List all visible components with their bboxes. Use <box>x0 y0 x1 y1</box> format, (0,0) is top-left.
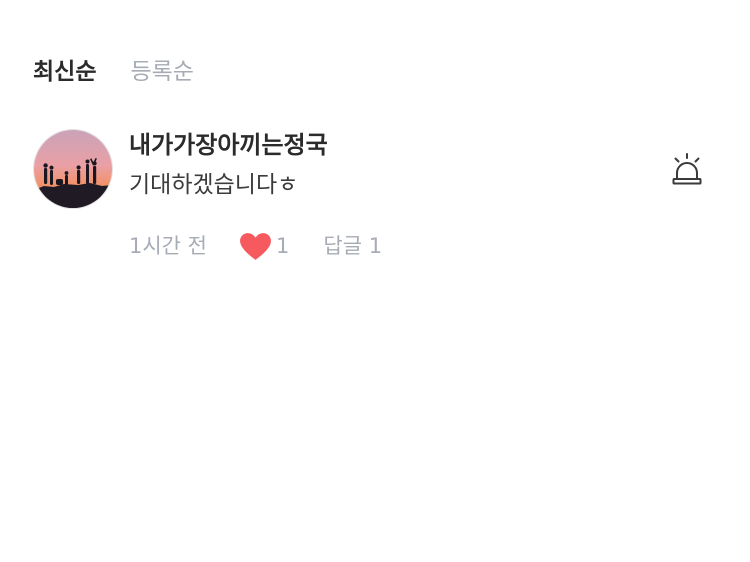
reply-button[interactable]: 답글 1 <box>323 230 382 262</box>
sort-latest-tab[interactable]: 최신순 <box>33 56 96 88</box>
comment-text: 기대하겠습니다ㅎ <box>129 172 299 198</box>
comment-author[interactable]: 내가가장아끼는정국 <box>129 129 328 161</box>
siren-icon <box>672 153 702 185</box>
like-button[interactable]: 1 <box>239 230 289 262</box>
sort-tabs: 최신순 등록순 <box>33 56 194 88</box>
report-button[interactable] <box>671 151 703 187</box>
avatar-image <box>34 130 112 208</box>
comment-time: 1시간 전 <box>129 234 207 258</box>
heart-icon <box>240 232 271 260</box>
like-count: 1 <box>276 234 290 258</box>
comment-page: 최신순 등록순 내가가장아끼는정국 기대하겠습니다ㅎ 1시간 전 1 답글 1 <box>0 0 750 562</box>
sort-registered-tab[interactable]: 등록순 <box>130 56 193 88</box>
avatar[interactable] <box>33 129 113 209</box>
comment-meta: 1시간 전 1 답글 1 <box>129 230 382 262</box>
